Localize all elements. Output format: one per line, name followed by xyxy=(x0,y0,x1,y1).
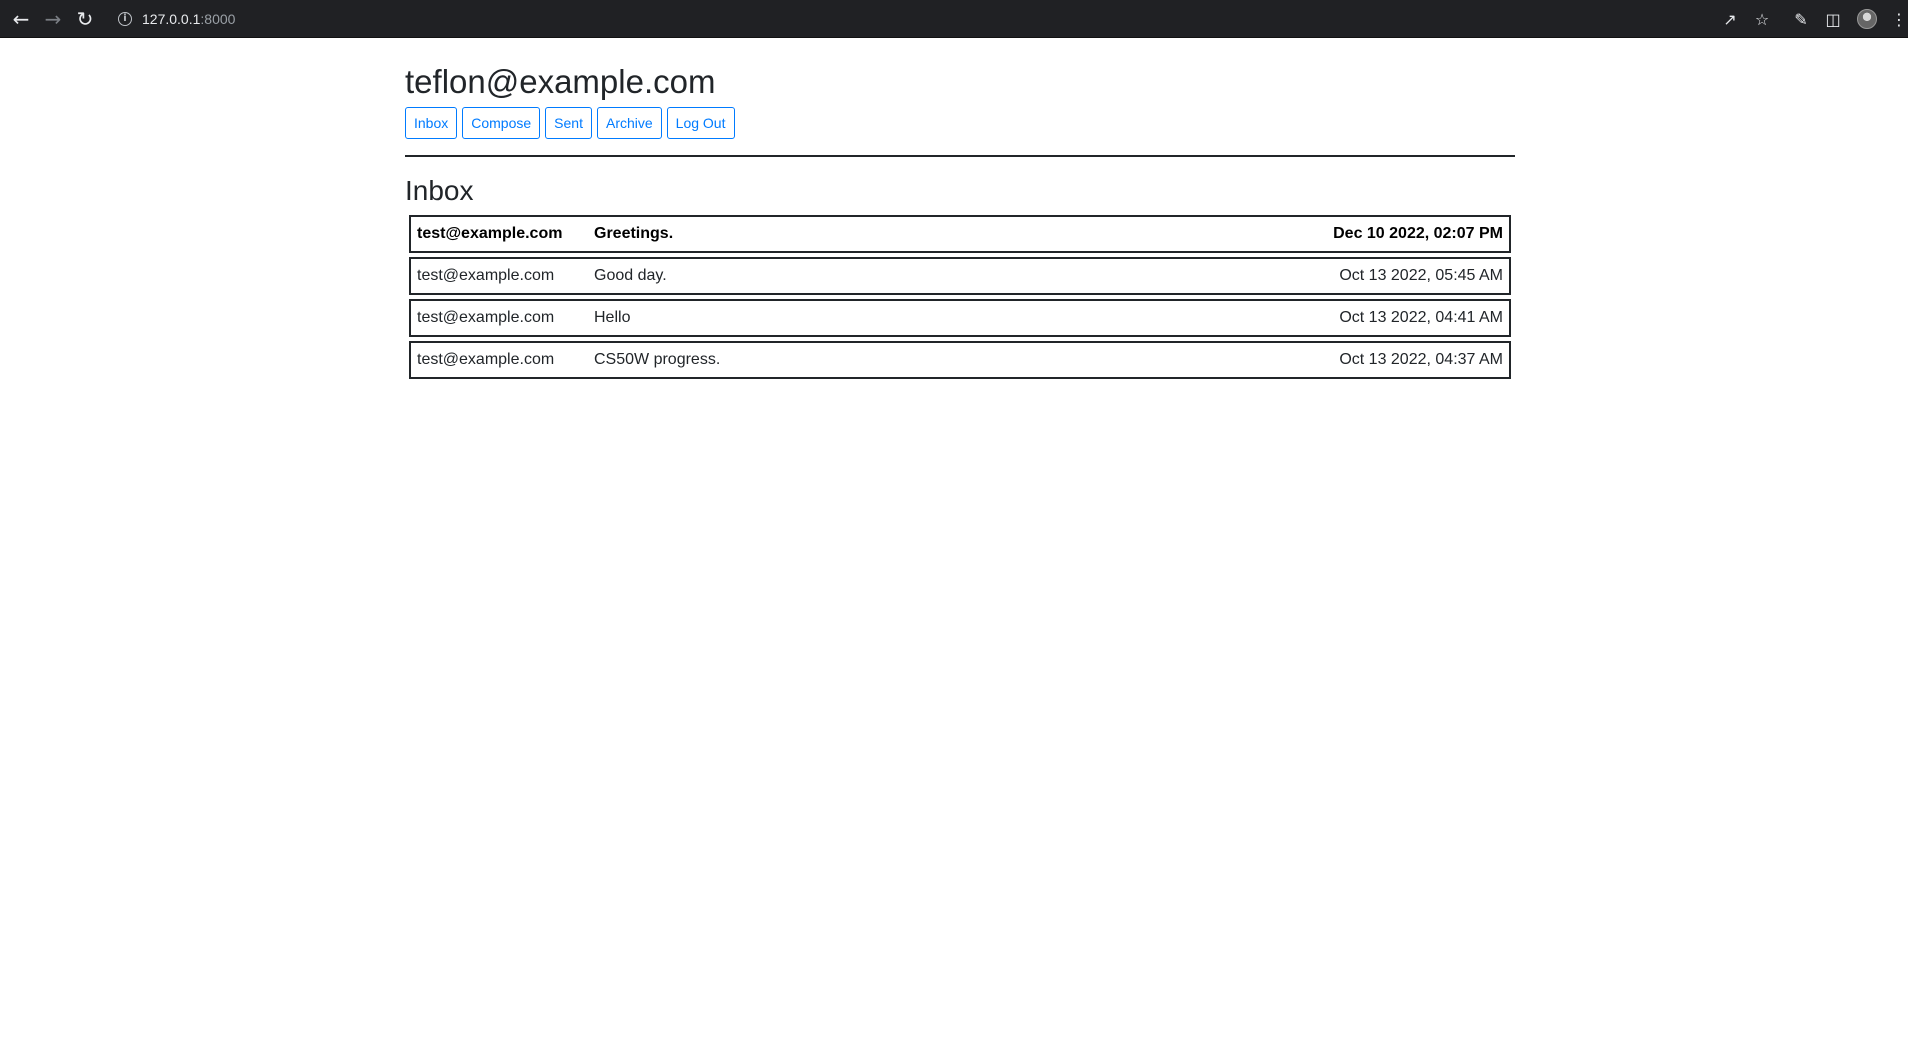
mailbox-title: Inbox xyxy=(405,175,474,206)
mailbox-nav: Inbox Compose Sent Archive Log Out xyxy=(405,107,735,139)
profile-avatar-icon[interactable] xyxy=(1857,9,1877,29)
address-bar[interactable]: 127.0.0.1:8000 xyxy=(142,10,235,28)
extensions-icon[interactable]: ✎ xyxy=(1790,8,1812,30)
email-row[interactable]: test@example.com Good day. Oct 13 2022, … xyxy=(409,257,1511,295)
menu-icon[interactable]: ⋮ xyxy=(1888,8,1908,30)
compose-button[interactable]: Compose xyxy=(462,107,541,139)
archive-button[interactable]: Archive xyxy=(596,107,662,139)
email-row[interactable]: test@example.com Hello Oct 13 2022, 04:4… xyxy=(409,299,1511,337)
email-list: test@example.com Greetings. Dec 10 2022,… xyxy=(409,215,1511,383)
email-subject: Good day. xyxy=(594,267,667,284)
email-row[interactable]: test@example.com Greetings. Dec 10 2022,… xyxy=(409,215,1511,253)
side-panel-icon[interactable]: ◫ xyxy=(1822,8,1844,30)
email-sender: test@example.com xyxy=(417,351,555,368)
reload-icon[interactable]: ↻ xyxy=(73,7,97,31)
logout-button[interactable]: Log Out xyxy=(666,107,735,139)
email-sender: test@example.com xyxy=(417,267,555,284)
sent-button[interactable]: Sent xyxy=(545,107,592,139)
email-timestamp: Oct 13 2022, 04:37 AM xyxy=(1339,351,1503,368)
share-icon[interactable]: ↗ xyxy=(1719,8,1741,30)
email-subject: Greetings. xyxy=(594,225,674,242)
email-sender: test@example.com xyxy=(417,309,555,326)
email-timestamp: Dec 10 2022, 02:07 PM xyxy=(1333,225,1503,242)
header-divider xyxy=(405,155,1515,157)
forward-arrow-icon[interactable]: → xyxy=(41,7,65,31)
browser-toolbar: ← → ↻ i 127.0.0.1:8000 ↗ ☆ ✎ ◫ ⋮ xyxy=(0,0,1908,38)
email-sender: test@example.com xyxy=(417,225,563,242)
user-email-heading: teflon@example.com xyxy=(405,63,716,100)
url-port: :8000 xyxy=(200,11,236,27)
inbox-button[interactable]: Inbox xyxy=(405,107,458,139)
star-icon[interactable]: ☆ xyxy=(1751,8,1773,30)
email-subject: Hello xyxy=(594,309,631,326)
url-host: 127.0.0.1 xyxy=(142,11,201,27)
email-subject: CS50W progress. xyxy=(594,351,721,368)
email-timestamp: Oct 13 2022, 05:45 AM xyxy=(1339,267,1503,284)
back-arrow-icon[interactable]: ← xyxy=(9,7,33,31)
email-timestamp: Oct 13 2022, 04:41 AM xyxy=(1339,309,1503,326)
site-info-icon[interactable]: i xyxy=(118,12,132,26)
email-row[interactable]: test@example.com CS50W progress. Oct 13 … xyxy=(409,341,1511,379)
